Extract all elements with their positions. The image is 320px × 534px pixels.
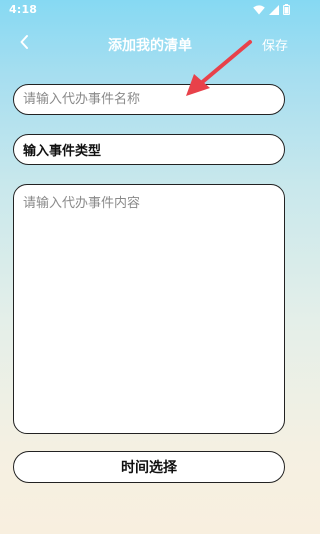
wifi-icon [253, 4, 265, 18]
status-icons [253, 4, 290, 18]
status-bar: 4:18 [0, 0, 300, 20]
battery-icon [283, 4, 290, 18]
time-select-button[interactable]: 时间选择 [13, 451, 285, 483]
event-type-input[interactable] [13, 134, 285, 165]
event-content-textarea[interactable] [13, 184, 285, 434]
save-button[interactable]: 保存 [262, 35, 288, 54]
signal-icon [269, 4, 279, 18]
page-title: 添加我的清单 [108, 38, 192, 54]
app-bar: 添加我的清单 保存 [0, 30, 300, 58]
event-name-input[interactable] [13, 84, 285, 115]
status-time: 4:18 [9, 3, 38, 16]
